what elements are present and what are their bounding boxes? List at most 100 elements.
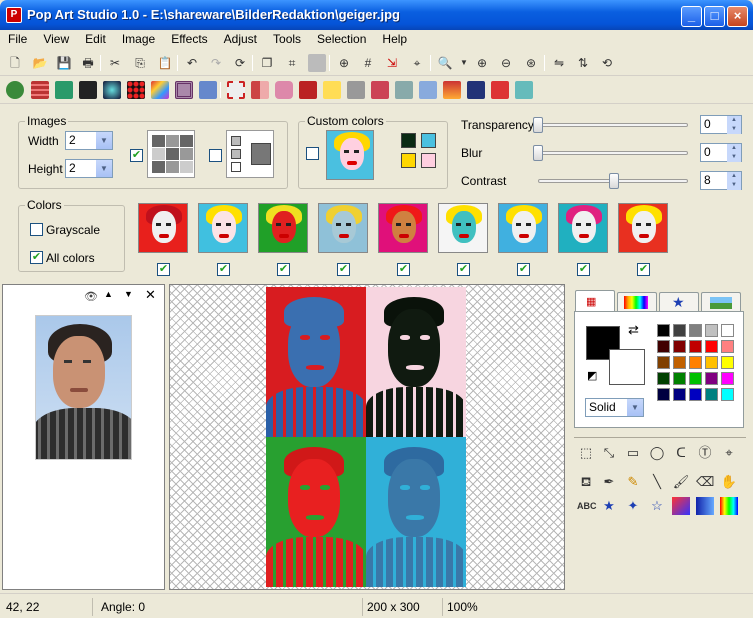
width-select[interactable]: 2 ▼ bbox=[65, 131, 113, 150]
variant-thumbnail[interactable] bbox=[138, 203, 188, 253]
pencil-icon[interactable]: ✎ bbox=[624, 473, 642, 491]
palette-swatch[interactable] bbox=[657, 388, 670, 401]
effect-gray-face-icon[interactable] bbox=[347, 81, 365, 99]
palette-swatch[interactable] bbox=[721, 372, 734, 385]
gradient-tool-icon[interactable] bbox=[672, 497, 690, 515]
text-tool-icon[interactable]: ABC bbox=[577, 497, 597, 515]
transparent-icon[interactable] bbox=[308, 54, 326, 72]
blur-slider-track[interactable] bbox=[538, 151, 688, 155]
effect-che-icon[interactable] bbox=[299, 81, 317, 99]
contrast-spinner[interactable]: 8 ▲ ▼ bbox=[700, 171, 742, 190]
effect-red-icon[interactable] bbox=[491, 81, 509, 99]
star-outline-icon[interactable]: ☆ bbox=[648, 497, 666, 515]
spin-down-icon[interactable]: ▼ bbox=[727, 125, 741, 134]
hand-icon[interactable]: ✋ bbox=[720, 473, 738, 491]
palette-swatch[interactable] bbox=[673, 356, 686, 369]
refresh-icon[interactable]: ⟳ bbox=[231, 54, 249, 72]
effect-rainbow-icon[interactable] bbox=[151, 81, 169, 99]
palette-swatch[interactable] bbox=[689, 388, 702, 401]
palette-swatch[interactable] bbox=[705, 340, 718, 353]
palette-swatch[interactable] bbox=[657, 340, 670, 353]
effect-red-face-icon[interactable] bbox=[371, 81, 389, 99]
duplicate-icon[interactable]: ❐ bbox=[258, 54, 276, 72]
eraser-icon[interactable]: ⌫ bbox=[696, 473, 714, 491]
variant-thumbnail[interactable] bbox=[618, 203, 668, 253]
effect-bricks-icon[interactable] bbox=[31, 81, 49, 99]
zoom-fit-icon[interactable]: ⊛ bbox=[522, 54, 540, 72]
palette-swatch[interactable] bbox=[705, 356, 718, 369]
effect-flower-icon[interactable] bbox=[275, 81, 293, 99]
variant-checkbox[interactable]: ✔ bbox=[517, 263, 530, 276]
menu-view[interactable]: View bbox=[35, 30, 77, 50]
palette-swatch[interactable] bbox=[705, 388, 718, 401]
palette-swatch[interactable] bbox=[721, 356, 734, 369]
effect-marilyn-icon[interactable] bbox=[323, 81, 341, 99]
custom-color-swatch-1[interactable] bbox=[401, 133, 416, 148]
redo-icon[interactable]: ↷ bbox=[207, 54, 225, 72]
palette-swatch[interactable] bbox=[673, 372, 686, 385]
effect-dots-icon[interactable] bbox=[127, 81, 145, 99]
flip-horizontal-icon[interactable]: ⇋ bbox=[550, 54, 568, 72]
variant-thumbnail[interactable] bbox=[258, 203, 308, 253]
effect-face-dark-icon[interactable] bbox=[79, 81, 97, 99]
custom-colors-checkbox[interactable] bbox=[306, 147, 319, 160]
custom-color-swatch-2[interactable] bbox=[421, 133, 436, 148]
blur-slider-thumb[interactable] bbox=[533, 145, 543, 161]
maximize-button[interactable]: □ bbox=[704, 6, 725, 27]
variant-thumbnail[interactable] bbox=[198, 203, 248, 253]
zoom-select-icon[interactable]: ⊕ bbox=[335, 54, 353, 72]
crop-icon[interactable]: ⌗ bbox=[283, 54, 301, 72]
pop-art-result[interactable] bbox=[266, 287, 466, 587]
zoom-icon[interactable]: 🔍 bbox=[436, 54, 454, 72]
effect-1-icon[interactable] bbox=[6, 81, 24, 99]
fill-style-select[interactable]: Solid ▼ bbox=[585, 398, 644, 417]
copy-icon[interactable]: ⎘ bbox=[131, 54, 149, 72]
menu-tools[interactable]: Tools bbox=[265, 30, 309, 50]
arrange-layout-icon[interactable] bbox=[226, 130, 274, 178]
guides-icon[interactable]: ⌖ bbox=[408, 54, 426, 72]
variant-thumbnail[interactable] bbox=[438, 203, 488, 253]
variant-checkbox[interactable]: ✔ bbox=[217, 263, 230, 276]
tab-colors[interactable]: ▦ bbox=[575, 290, 615, 312]
effect-face-green-icon[interactable] bbox=[55, 81, 73, 99]
palette-swatch[interactable] bbox=[673, 388, 686, 401]
print-icon[interactable]: 🖶 bbox=[79, 54, 97, 72]
variant-thumbnail[interactable] bbox=[498, 203, 548, 253]
variant-thumbnail[interactable] bbox=[378, 203, 428, 253]
palette-swatch[interactable] bbox=[657, 356, 670, 369]
variant-thumbnail[interactable] bbox=[318, 203, 368, 253]
spin-up-icon[interactable]: ▲ bbox=[727, 172, 741, 181]
palette-swatch[interactable] bbox=[705, 372, 718, 385]
effect-frame-icon[interactable] bbox=[175, 81, 193, 99]
effect-split-icon[interactable] bbox=[251, 81, 269, 99]
palette-swatch[interactable] bbox=[689, 340, 702, 353]
flip-vertical-icon[interactable]: ⇅ bbox=[574, 54, 592, 72]
line-icon[interactable]: ╲ bbox=[648, 473, 666, 491]
effect-teal-icon[interactable] bbox=[515, 81, 533, 99]
palette-swatch[interactable] bbox=[689, 356, 702, 369]
effect-glow-icon[interactable] bbox=[103, 81, 121, 99]
transparency-slider-thumb[interactable] bbox=[533, 117, 543, 133]
spin-up-icon[interactable]: ▲ bbox=[727, 144, 741, 153]
zoom-out-icon[interactable]: ⊖ bbox=[497, 54, 515, 72]
menu-help[interactable]: Help bbox=[374, 30, 415, 50]
variant-checkbox[interactable]: ✔ bbox=[577, 263, 590, 276]
rectangle-icon[interactable]: ▭ bbox=[624, 444, 642, 462]
close-panel-icon[interactable]: ✕ bbox=[145, 287, 156, 303]
resize-icon[interactable]: ⇲ bbox=[383, 54, 401, 72]
transparency-spinner[interactable]: 0 ▲ ▼ bbox=[700, 115, 742, 134]
menu-selection[interactable]: Selection bbox=[309, 30, 374, 50]
minimize-button[interactable]: _ bbox=[681, 6, 702, 27]
transparency-slider-track[interactable] bbox=[538, 123, 688, 127]
variant-checkbox[interactable]: ✔ bbox=[457, 263, 470, 276]
height-select[interactable]: 2 ▼ bbox=[65, 159, 113, 178]
move-up-icon[interactable]: ▲ bbox=[104, 289, 113, 299]
variant-checkbox[interactable]: ✔ bbox=[337, 263, 350, 276]
paste-icon[interactable]: 📋 bbox=[156, 54, 174, 72]
menu-edit[interactable]: Edit bbox=[77, 30, 114, 50]
rainbow-gradient-icon[interactable] bbox=[720, 497, 738, 515]
palette-swatch[interactable] bbox=[689, 372, 702, 385]
contrast-slider-thumb[interactable] bbox=[609, 173, 619, 189]
palette-swatch[interactable] bbox=[705, 324, 718, 337]
palette-swatch[interactable] bbox=[657, 372, 670, 385]
